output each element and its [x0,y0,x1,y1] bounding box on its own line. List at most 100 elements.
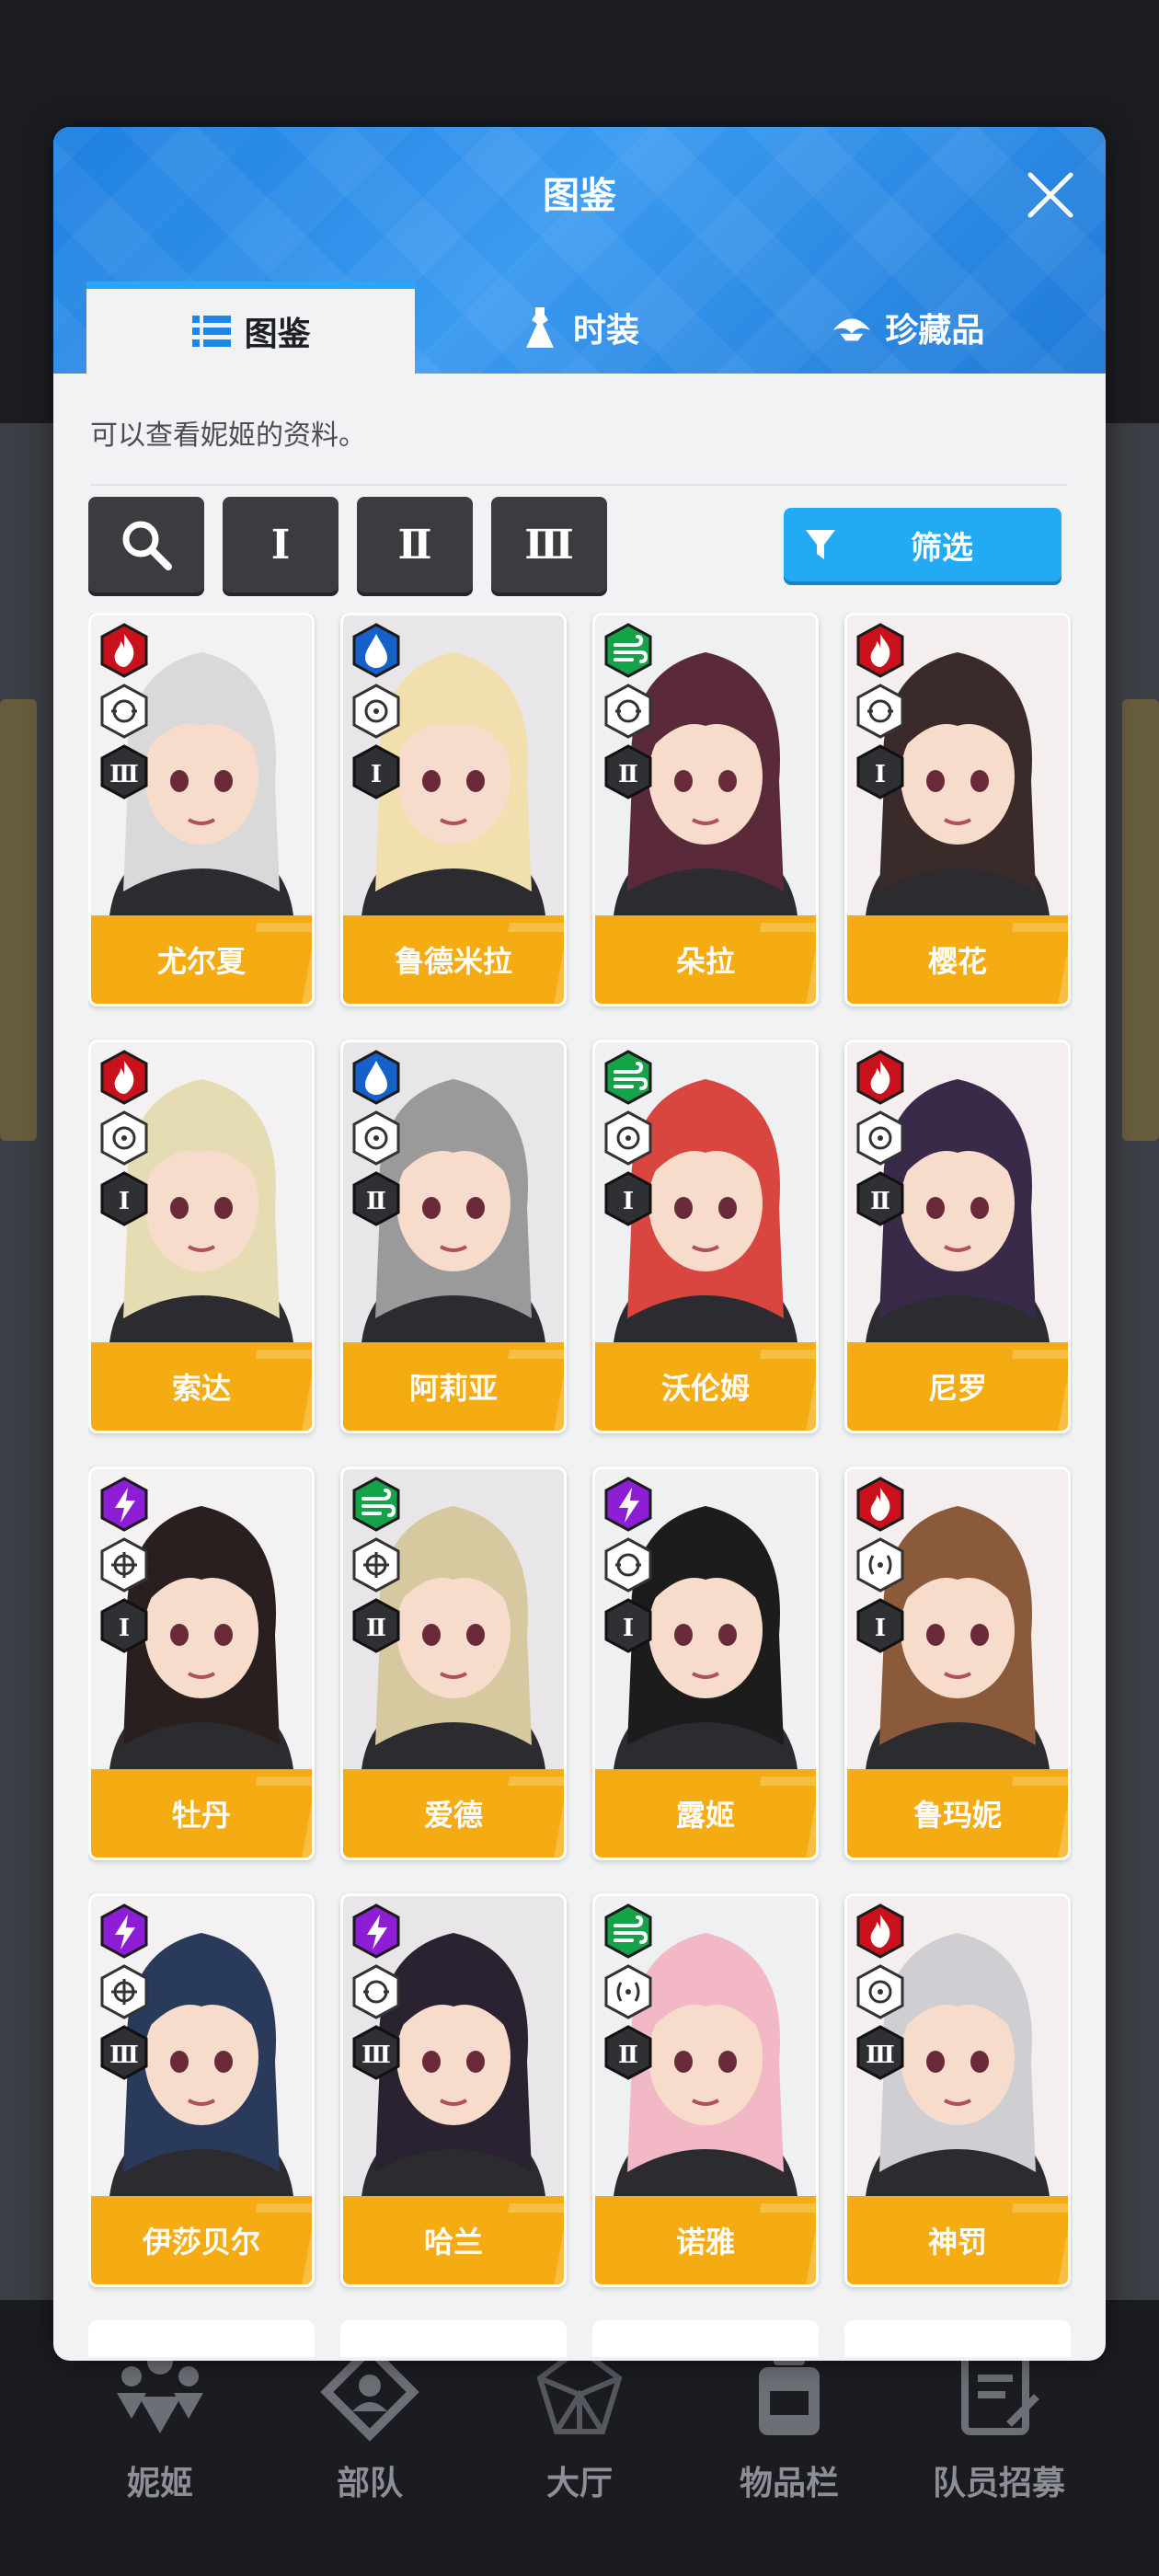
character-name: 沃伦姆 [595,1342,816,1431]
burst-level: Ⅰ [875,761,886,788]
weapon-crosshair-icon [350,1537,402,1593]
divider [90,484,1067,486]
nav-squad[interactable]: 部队 [278,2337,462,2504]
character-card-partial[interactable] [88,2320,315,2357]
character-name: 伊莎贝尔 [91,2196,312,2284]
element-electric-icon [98,1477,150,1532]
element-electric-icon [350,1903,402,1959]
character-card[interactable]: Ⅱ 阿莉亚 [340,1040,567,1433]
tab-label: 图鉴 [244,316,311,353]
burst-badge: Ⅲ [855,2025,906,2080]
nav-inventory[interactable]: 物品栏 [697,2337,881,2504]
character-card[interactable]: Ⅲ 哈兰 [340,1893,567,2287]
treasure-icon [832,307,872,348]
filter-label: 筛选 [911,529,973,567]
character-card[interactable]: Ⅲ 神罚 [844,1893,1071,2287]
character-card[interactable]: Ⅱ 爱德 [340,1466,567,1860]
funnel-icon [804,528,859,561]
element-fire-icon [855,1477,906,1532]
character-badges: Ⅰ [350,623,406,799]
character-card[interactable]: Ⅲ 伊莎贝尔 [88,1893,315,2287]
element-water-icon [350,1050,402,1105]
close-button[interactable] [1021,166,1080,224]
burst-level: Ⅰ [119,1615,130,1642]
weapon-dot-scope-icon [98,1110,150,1166]
character-name: 阿莉亚 [343,1342,564,1431]
character-name: 哈兰 [343,2196,564,2284]
tab-bar: 图鉴 时装 珍藏品 [86,282,1073,374]
burst-level: Ⅱ [366,1188,386,1215]
character-card[interactable]: Ⅱ 尼罗 [844,1040,1071,1433]
character-card[interactable]: Ⅱ 朵拉 [592,613,819,1006]
weapon-ring-scope-icon [602,1537,654,1593]
tab-collection[interactable]: 图鉴 [86,282,416,374]
weapon-dot-scope-icon [855,1964,906,2019]
character-name: 樱花 [847,915,1068,1004]
character-grid: Ⅲ 尤尔夏 Ⅰ 鲁德米拉 Ⅱ 朵拉 Ⅰ 樱花 Ⅰ 索达 Ⅱ 阿莉亚 Ⅰ 沃伦姆 Ⅱ 尼罗 Ⅰ 牡丹 Ⅱ 爱德 Ⅰ 露姬 Ⅰ 鲁… [88,613,1073,2361]
burst-level: Ⅲ [109,761,139,788]
character-name: 朵拉 [595,915,816,1004]
tab-label: 时装 [572,312,639,350]
character-name: 神罚 [847,2196,1068,2284]
character-card[interactable]: Ⅰ 鲁德米拉 [340,613,567,1006]
character-card-partial[interactable] [592,2320,819,2357]
burst-level: Ⅲ [361,2041,391,2069]
burst-badge: Ⅱ [602,2025,654,2080]
burst-badge: Ⅰ [98,1171,150,1226]
weapon-dot-scope-icon [855,1110,906,1166]
nav-label: 大厅 [545,2465,613,2502]
character-card[interactable]: Ⅱ 诺雅 [592,1893,819,2287]
nav-label: 物品栏 [739,2465,839,2502]
element-wind-icon [602,1903,654,1959]
search-button[interactable] [88,497,204,592]
burst-level: Ⅲ [866,2041,895,2069]
burst-badge: Ⅲ [98,744,150,799]
character-card[interactable]: Ⅲ 尤尔夏 [88,613,315,1006]
nav-nikke[interactable]: 妮姬 [68,2337,252,2504]
weapon-crosshair-icon [98,1964,150,2019]
character-card[interactable]: Ⅰ 沃伦姆 [592,1040,819,1433]
tab-treasures[interactable]: 珍藏品 [744,282,1073,374]
character-badges: Ⅰ [98,1477,154,1653]
weapon-ring-scope-icon [350,1964,402,2019]
character-card[interactable]: Ⅰ 索达 [88,1040,315,1433]
character-card-partial[interactable] [340,2320,567,2357]
weapon-ring-scope-icon [855,684,906,739]
character-card[interactable]: Ⅰ 露姬 [592,1466,819,1860]
character-card-partial[interactable] [844,2320,1071,2357]
character-badges: Ⅱ [855,1050,910,1226]
filter-button[interactable]: 筛选 [784,508,1061,581]
nav-lobby[interactable]: 大厅 [488,2337,671,2504]
burst-badge: Ⅱ [350,1171,402,1226]
character-badges: Ⅲ [855,1903,910,2080]
burst-level: Ⅱ [618,761,638,788]
burst-level: Ⅰ [623,1188,634,1215]
burst-level: Ⅰ [623,1615,634,1642]
close-icon [1027,172,1073,218]
element-electric-icon [98,1903,150,1959]
burst-2-filter-button[interactable]: Ⅱ [357,497,473,592]
character-card[interactable]: Ⅰ 牡丹 [88,1466,315,1860]
nav-recruit[interactable]: 队员招募 [907,2337,1091,2504]
burst-badge: Ⅰ [602,1171,654,1226]
burst-3-filter-button[interactable]: Ⅲ [491,497,607,592]
nav-label: 部队 [336,2465,403,2502]
burst-badge: Ⅱ [602,744,654,799]
burst-badge: Ⅱ [350,1598,402,1653]
burst-level: Ⅰ [875,1615,886,1642]
character-badges: Ⅱ [350,1477,406,1653]
background-right-strip [1122,699,1159,1141]
element-wind-icon [350,1477,402,1532]
character-card[interactable]: Ⅰ 鲁玛妮 [844,1466,1071,1860]
weapon-dot-scope-icon [350,684,402,739]
character-name: 诺雅 [595,2196,816,2284]
nav-label: 妮姬 [126,2465,193,2502]
weapon-ring-scope-icon [602,684,654,739]
burst-level: Ⅲ [109,2041,139,2069]
burst-1-filter-button[interactable]: Ⅰ [223,497,339,592]
character-badges: Ⅱ [602,623,658,799]
character-card[interactable]: Ⅰ 樱花 [844,613,1071,1006]
element-electric-icon [602,1477,654,1532]
dress-icon [520,307,560,348]
tab-costumes[interactable]: 时装 [415,282,743,374]
